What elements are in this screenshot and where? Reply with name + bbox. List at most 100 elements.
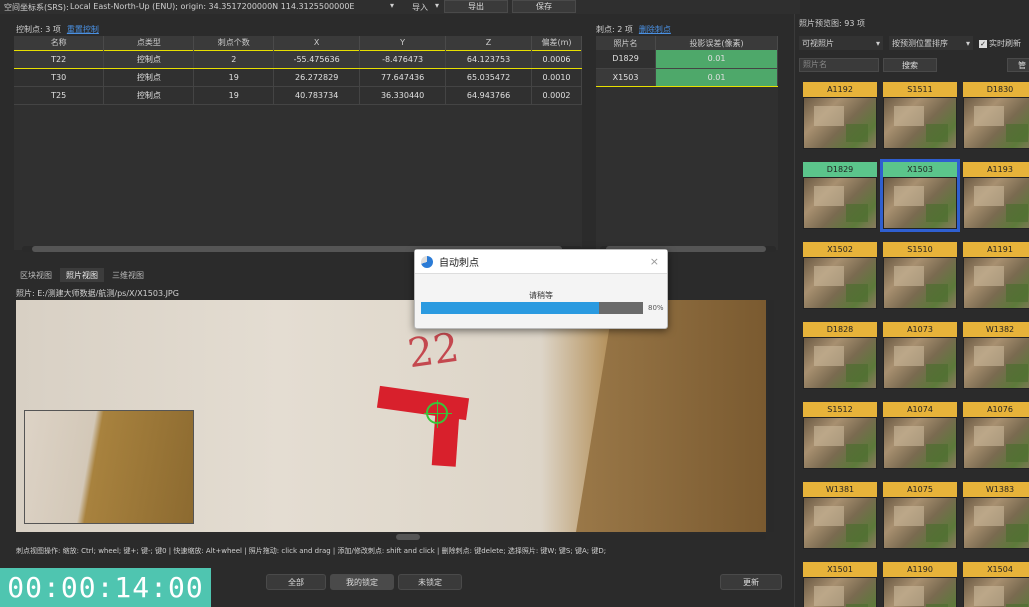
photo-thumbnail[interactable]: A1073 — [883, 322, 957, 389]
aerial-photo-image — [803, 337, 877, 389]
column-header[interactable]: 刺点个数 — [193, 36, 275, 50]
save-button[interactable]: 保存 — [512, 0, 576, 13]
photo-thumbnail[interactable]: A1192 — [803, 82, 877, 149]
table-row[interactable]: D1829 0.01 — [596, 50, 778, 69]
import-button[interactable]: 导入 — [412, 2, 428, 13]
progress-track — [421, 302, 643, 314]
table-cell: 0.0010 — [531, 68, 582, 87]
extra-button[interactable]: 管 — [1007, 58, 1029, 72]
crosshair-icon[interactable] — [424, 400, 452, 428]
photo-view[interactable]: 22 — [16, 300, 766, 532]
table-cell: 0.0002 — [531, 86, 582, 105]
marks-header: 刺点: 2 项 删除刺点 — [596, 24, 671, 35]
table-row[interactable]: T25 控制点 19 40.783734 36.330440 64.943766 0.000… — [14, 86, 582, 105]
photo-thumbnail[interactable]: X1501 — [803, 562, 877, 607]
update-button[interactable]: 更新 — [720, 574, 782, 590]
table-row[interactable]: X1503 0.01 — [596, 67, 778, 87]
search-button[interactable]: 搜索 — [883, 58, 937, 72]
table-cell: 64.943766 — [445, 86, 532, 105]
photo-thumbnail[interactable]: S1512 — [803, 402, 877, 469]
photo-thumbnail[interactable]: X1502 — [803, 242, 877, 309]
tab-3d-view[interactable]: 三维视图 — [106, 268, 150, 282]
photo-thumbnail[interactable]: X1504 — [963, 562, 1029, 607]
table-cell: D1829 — [596, 50, 657, 69]
column-header[interactable]: X — [273, 36, 361, 50]
photo-thumbnail[interactable]: W1383 — [963, 482, 1029, 549]
chevron-down-icon[interactable]: ▾ — [390, 1, 394, 10]
aerial-photo-image — [963, 257, 1029, 309]
table-row[interactable]: T22 控制点 2 -55.475636 -8.476473 64.123753 0.000… — [14, 49, 582, 69]
photo-thumbnail[interactable]: A1191 — [963, 242, 1029, 309]
table-cell: T22 — [14, 49, 105, 69]
aerial-photo-image — [883, 177, 957, 229]
photo-thumbnail[interactable]: W1381 — [803, 482, 877, 549]
photo-thumbnail[interactable]: A1193 — [963, 162, 1029, 229]
delete-marks-link[interactable]: 删除刺点 — [639, 24, 671, 35]
photo-thumbnail[interactable]: A1190 — [883, 562, 957, 607]
filter-select[interactable]: 可视照片 ▾ — [799, 36, 883, 50]
auto-mark-dialog: 自动刺点 × 请稍等 80% — [414, 249, 668, 329]
column-header[interactable]: 点类型 — [103, 36, 195, 50]
thumbnail-label: X1503 — [883, 162, 957, 177]
tab-block-view[interactable]: 区块视图 — [14, 268, 58, 282]
thumbnail-label: A1074 — [883, 402, 957, 417]
photo-thumbnail[interactable]: W1382 — [963, 322, 1029, 389]
table-cell: 19 — [193, 86, 275, 105]
srs-select[interactable]: Local East-North-Up (ENU); origin: 34.35… — [70, 2, 400, 11]
table-row[interactable]: T30 控制点 19 26.272829 77.647436 65.035472 0.001… — [14, 68, 582, 87]
aerial-photo-image — [803, 417, 877, 469]
table-cell: 0.01 — [655, 50, 778, 69]
column-header[interactable]: 名称 — [14, 36, 105, 50]
overview-inset[interactable] — [24, 410, 194, 524]
close-icon[interactable]: × — [650, 255, 659, 268]
photo-thumbnail[interactable]: A1074 — [883, 402, 957, 469]
photo-vertical-scrollbar[interactable] — [768, 300, 774, 532]
column-header[interactable]: 投影误差(像素) — [655, 36, 778, 50]
dialog-titlebar: 自动刺点 × — [415, 250, 667, 274]
photo-preview-panel: 照片预览图: 93 项 可视照片 ▾ 按预测位置排序 ▾ ✓ 实时刷新 照片名 搜索… — [794, 14, 1029, 607]
import-chevron-icon[interactable]: ▾ — [435, 1, 439, 10]
preview-header: 照片预览图: 93 项 — [799, 19, 865, 28]
photo-horizontal-scrollbar[interactable] — [16, 534, 766, 540]
thumbnail-label: A1193 — [963, 162, 1029, 177]
photo-thumbnail[interactable]: X1503 — [880, 159, 960, 232]
thumbnail-label: D1830 — [963, 82, 1029, 97]
unlocked-button[interactable]: 未锁定 — [398, 574, 462, 590]
table-cell: -55.475636 — [273, 49, 361, 69]
column-header[interactable]: Y — [359, 36, 447, 50]
aerial-photo-image — [803, 497, 877, 549]
table-cell: 36.330440 — [359, 86, 447, 105]
table-cell: 64.123753 — [445, 49, 532, 69]
photo-thumbnail[interactable]: D1828 — [803, 322, 877, 389]
thumbnail-label: X1501 — [803, 562, 877, 577]
progress-text: 80% — [648, 304, 664, 312]
realtime-checkbox[interactable]: ✓ 实时刷新 — [979, 38, 1021, 49]
column-header[interactable]: 照片名 — [596, 36, 657, 50]
table-cell: 2 — [193, 49, 275, 69]
table-cell: 0.0006 — [531, 49, 582, 69]
tab-photo-view[interactable]: 照片视图 — [60, 268, 104, 282]
photo-thumbnail[interactable]: A1076 — [963, 402, 1029, 469]
column-header[interactable]: Z — [445, 36, 532, 50]
my-locked-button[interactable]: 我的锁定 — [330, 574, 394, 590]
aerial-photo-image — [883, 577, 957, 607]
sort-select[interactable]: 按预测位置排序 ▾ — [889, 36, 973, 50]
aerial-photo-image — [963, 177, 1029, 229]
column-header[interactable]: 偏差(m) — [531, 36, 582, 50]
table-cell: 77.647436 — [359, 68, 447, 87]
checkbox-checked-icon: ✓ — [979, 39, 987, 48]
export-button[interactable]: 导出 — [444, 0, 508, 13]
thumbnail-label: S1511 — [883, 82, 957, 97]
table-cell: 26.272829 — [273, 68, 361, 87]
all-button[interactable]: 全部 — [266, 574, 326, 590]
photo-thumbnail[interactable]: D1830 — [963, 82, 1029, 149]
wall-shadow — [576, 300, 766, 532]
photo-thumbnail[interactable]: D1829 — [803, 162, 877, 229]
photo-thumbnail[interactable]: A1075 — [883, 482, 957, 549]
reset-control-link[interactable]: 重置控制 — [67, 24, 99, 35]
marks-panel: 刺点: 2 项 删除刺点 照片名 投影误差(像素) D1829 0.01 X1503 0… — [596, 22, 778, 258]
photo-thumbnail[interactable]: S1511 — [883, 82, 957, 149]
aerial-photo-image — [883, 337, 957, 389]
photo-thumbnail[interactable]: S1510 — [883, 242, 957, 309]
photo-search-input[interactable]: 照片名 — [799, 58, 879, 72]
